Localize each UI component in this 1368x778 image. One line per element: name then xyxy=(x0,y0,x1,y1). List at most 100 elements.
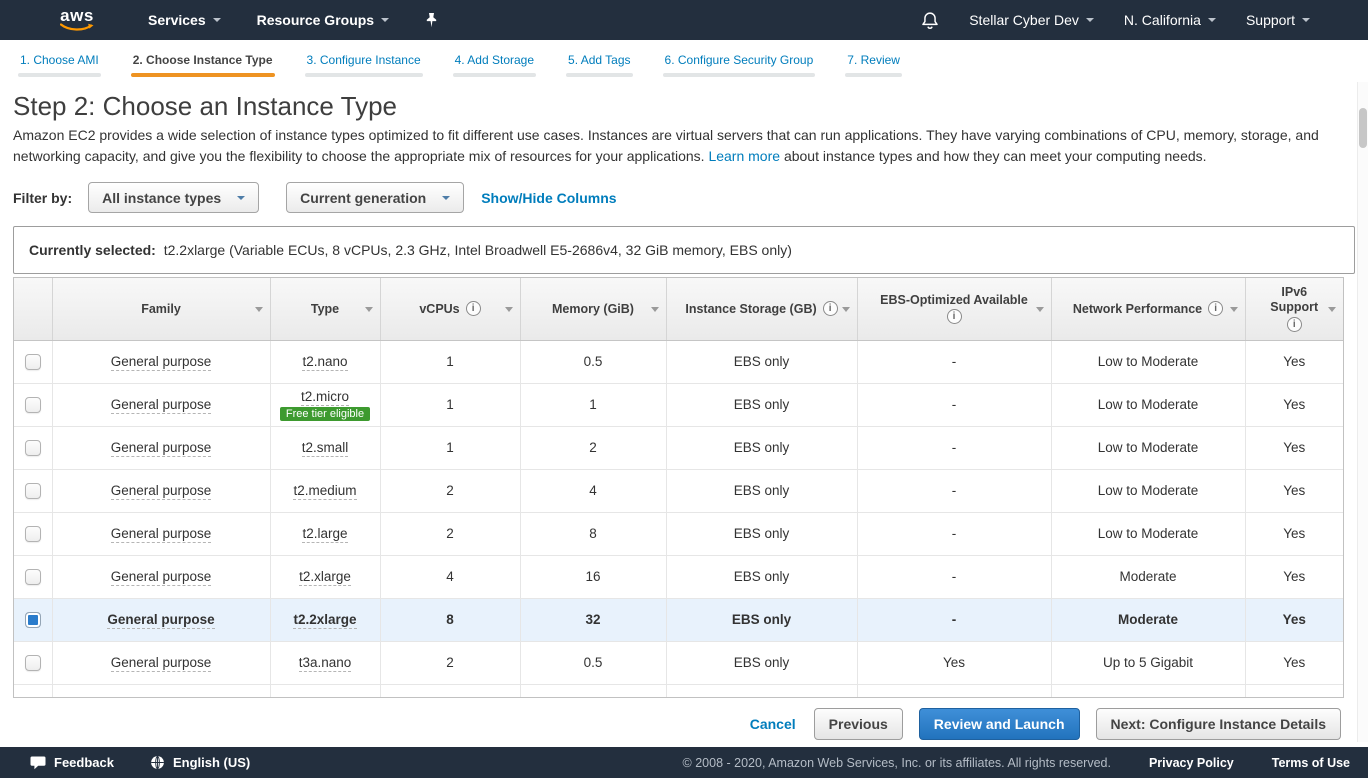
ebs-value: - xyxy=(952,440,957,455)
wizard-step-2[interactable]: 2. Choose Instance Type xyxy=(131,53,275,77)
instance-row-t2.medium[interactable]: General purposet2.medium24EBS only-Low t… xyxy=(14,469,1343,512)
review-and-launch-button[interactable]: Review and Launch xyxy=(919,708,1080,740)
column-header-memory[interactable]: Memory (GiB) xyxy=(520,278,666,340)
instance-row-t2.large[interactable]: General purposet2.large28EBS only-Low to… xyxy=(14,512,1343,555)
page-scrollbar[interactable] xyxy=(1357,82,1368,742)
nav-support-menu[interactable]: Support xyxy=(1246,12,1310,28)
footer: Feedback English (US) © 2008 - 2020, Ama… xyxy=(0,747,1368,778)
info-icon[interactable]: i xyxy=(947,309,962,324)
ipv6-value: Yes xyxy=(1283,440,1305,455)
chevron-down-icon xyxy=(213,18,221,22)
memory-value: 0.5 xyxy=(584,354,603,369)
show-hide-columns-link[interactable]: Show/Hide Columns xyxy=(481,190,616,206)
currently-selected-label: Currently selected: xyxy=(29,242,156,258)
pin-icon[interactable] xyxy=(425,12,438,28)
instance-row-t2.xlarge[interactable]: General purposet2.xlarge416EBS only-Mode… xyxy=(14,555,1343,598)
network-value: Low to Moderate xyxy=(1098,440,1199,455)
column-header-network[interactable]: Network Performancei xyxy=(1051,278,1245,340)
vcpus-value: 1 xyxy=(446,354,454,369)
nav-region-menu[interactable]: N. California xyxy=(1124,12,1216,28)
column-header-label: EBS-Optimized Available xyxy=(880,293,1028,307)
feedback-bubble-icon xyxy=(30,756,46,770)
table-body: General purposet2.nano10.5EBS only-Low t… xyxy=(14,340,1343,698)
family-value: General purpose xyxy=(107,612,214,629)
memory-value: 4 xyxy=(589,483,597,498)
wizard-step-6[interactable]: 6. Configure Security Group xyxy=(663,53,816,77)
currently-selected-value: t2.2xlarge (Variable ECUs, 8 vCPUs, 2.3 … xyxy=(164,242,792,258)
type-value: t2.small xyxy=(302,440,349,457)
generation-dropdown[interactable]: Current generation xyxy=(286,182,464,213)
instance-row-t2.nano[interactable]: General purposet2.nano10.5EBS only-Low t… xyxy=(14,340,1343,383)
row-checkbox[interactable] xyxy=(25,397,41,413)
nav-account-menu[interactable]: Stellar Cyber Dev xyxy=(969,12,1094,28)
instance-row-t2.small[interactable]: General purposet2.small12EBS only-Low to… xyxy=(14,426,1343,469)
column-header-label: Memory (GiB) xyxy=(552,302,634,316)
column-header-storage[interactable]: Instance Storage (GB) i xyxy=(666,278,857,340)
filter-by-label: Filter by: xyxy=(13,190,72,206)
wizard-step-3[interactable]: 3. Configure Instance xyxy=(305,53,423,77)
row-checkbox[interactable] xyxy=(25,655,41,671)
column-header-family[interactable]: Family xyxy=(52,278,270,340)
info-icon[interactable]: i xyxy=(466,301,481,316)
chevron-down-icon xyxy=(237,196,245,200)
instance-type-table: Family Type vCPUsi Memory (GiB) Instance Sto… xyxy=(13,277,1344,698)
family-value: General purpose xyxy=(111,655,212,672)
column-header-ebs[interactable]: EBS-Optimized Available i xyxy=(857,278,1051,340)
row-checkbox[interactable] xyxy=(25,483,41,499)
row-checkbox-checked[interactable] xyxy=(25,612,41,628)
feedback-button[interactable]: Feedback xyxy=(30,755,114,770)
info-icon[interactable]: i xyxy=(823,301,838,316)
info-icon[interactable]: i xyxy=(1208,301,1223,316)
column-header-label: Instance Storage (GB) xyxy=(685,302,816,316)
page-description: Amazon EC2 provides a wide selection of … xyxy=(13,125,1343,167)
network-value: Low to Moderate xyxy=(1098,397,1199,412)
column-header-ipv6[interactable]: IPv6 Supporti xyxy=(1245,278,1343,340)
privacy-policy-link[interactable]: Privacy Policy xyxy=(1149,756,1234,770)
next-configure-instance-button[interactable]: Next: Configure Instance Details xyxy=(1096,708,1342,740)
family-value: General purpose xyxy=(111,440,212,457)
ipv6-value: Yes xyxy=(1283,612,1306,627)
wizard-step-label: 2. Choose Instance Type xyxy=(131,53,275,67)
cancel-button[interactable]: Cancel xyxy=(750,716,796,732)
aws-logo[interactable]: aws xyxy=(60,8,94,32)
nav-resource-groups[interactable]: Resource Groups xyxy=(257,12,389,28)
nav-services[interactable]: Services xyxy=(148,12,221,28)
aws-logo-text: aws xyxy=(60,8,94,23)
copyright-text: © 2008 - 2020, Amazon Web Services, Inc.… xyxy=(683,756,1111,770)
wizard-step-label: 5. Add Tags xyxy=(566,53,633,67)
language-button[interactable]: English (US) xyxy=(150,755,250,770)
memory-value: 0.5 xyxy=(584,655,603,670)
memory-value: 16 xyxy=(585,569,600,584)
learn-more-link[interactable]: Learn more xyxy=(708,148,780,164)
scrollbar-thumb[interactable] xyxy=(1359,108,1367,148)
info-icon[interactable]: i xyxy=(1287,317,1302,332)
column-header-vcpus[interactable]: vCPUsi xyxy=(380,278,520,340)
terms-of-use-link[interactable]: Terms of Use xyxy=(1272,756,1350,770)
wizard-step-5[interactable]: 5. Add Tags xyxy=(566,53,633,77)
vcpus-value: 1 xyxy=(446,397,454,412)
vcpus-value: 1 xyxy=(446,440,454,455)
notifications-bell-icon[interactable] xyxy=(921,11,939,30)
wizard-step-1[interactable]: 1. Choose AMI xyxy=(18,53,101,77)
row-checkbox[interactable] xyxy=(25,569,41,585)
row-checkbox[interactable] xyxy=(25,526,41,542)
instance-row-t3a.nano[interactable]: General purposet3a.nano20.5EBS onlyYesUp… xyxy=(14,641,1343,684)
wizard-step-4[interactable]: 4. Add Storage xyxy=(453,53,536,77)
type-value: t2.medium xyxy=(293,483,356,500)
column-header-type[interactable]: Type xyxy=(270,278,380,340)
sort-caret-icon xyxy=(651,307,659,312)
row-checkbox[interactable] xyxy=(25,354,41,370)
previous-button[interactable]: Previous xyxy=(814,708,903,740)
instance-row-t2.micro[interactable]: General purposet2.microFree tier eligibl… xyxy=(14,383,1343,426)
storage-value: EBS only xyxy=(734,655,790,670)
ipv6-value: Yes xyxy=(1283,526,1305,541)
row-checkbox[interactable] xyxy=(25,440,41,456)
wizard-step-7[interactable]: 7. Review xyxy=(845,53,902,77)
instance-types-dropdown[interactable]: All instance types xyxy=(88,182,259,213)
wizard-step-underline xyxy=(131,73,275,77)
type-value: t2.2xlarge xyxy=(293,612,356,629)
aws-smile-icon xyxy=(60,23,94,32)
instance-row-t2.2xlarge[interactable]: General purposet2.2xlarge832EBS only-Mod… xyxy=(14,598,1343,641)
column-header-label: Type xyxy=(311,302,339,316)
chevron-down-icon xyxy=(1086,18,1094,22)
